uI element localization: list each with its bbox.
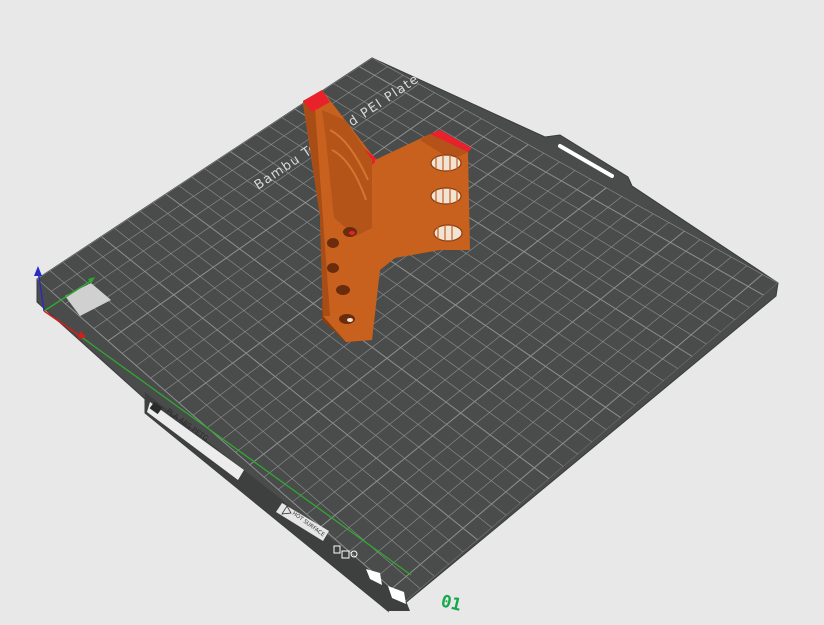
- plate-number[interactable]: 01: [439, 591, 464, 615]
- build-plate[interactable]: [36, 57, 779, 613]
- 3d-viewport[interactable]: Bambu Textured PEI Plate PLA ABS PETG HO…: [0, 0, 824, 625]
